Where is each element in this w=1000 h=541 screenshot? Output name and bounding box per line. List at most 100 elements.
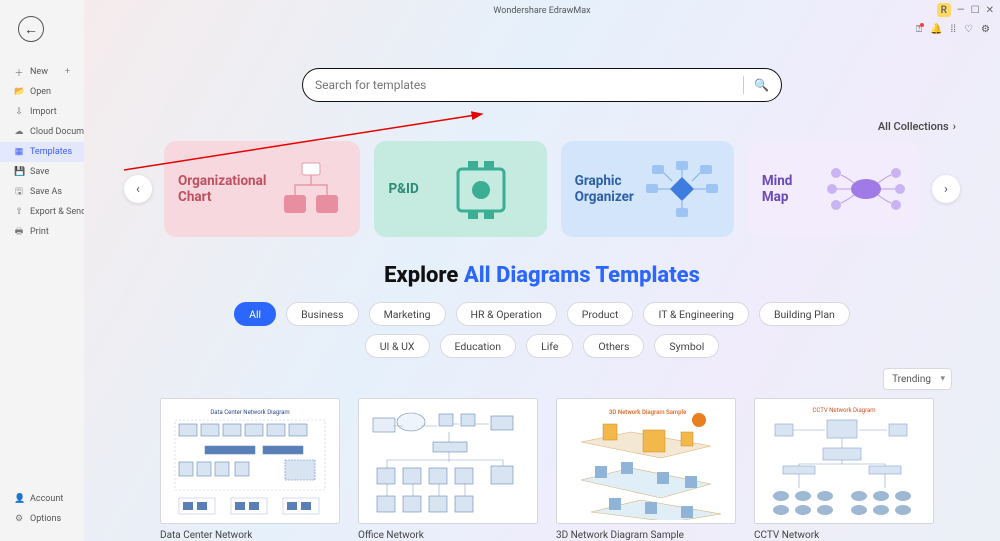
mindmap-icon xyxy=(826,159,906,219)
category-carousel: ‹ Organizational Chart P&ID Graphic Orga… xyxy=(84,141,1000,237)
carousel-prev-button[interactable]: ‹ xyxy=(124,175,152,203)
template-label: 3D Network Diagram Sample xyxy=(556,530,736,541)
filter-symbol[interactable]: Symbol xyxy=(654,334,719,358)
save-icon: 💾 xyxy=(14,167,24,177)
user-icon: 👤 xyxy=(14,494,24,504)
filter-uiux[interactable]: UI & UX xyxy=(365,334,430,358)
gear-icon: ⚙ xyxy=(14,514,24,524)
sidebar-item-cloud[interactable]: ☁ Cloud Documents xyxy=(0,122,84,142)
template-item: 3D Network Diagram Sample xyxy=(556,398,736,541)
template-grid: Data Center Network Diagram Data Cente xyxy=(84,394,1000,541)
card-title: P&ID xyxy=(388,181,418,197)
category-card-pid[interactable]: P&ID xyxy=(374,141,546,237)
plus-icon: ＋ xyxy=(14,66,24,79)
sidebar-item-label: Options xyxy=(30,514,61,524)
import-icon: ⇩ xyxy=(14,107,24,117)
filter-it[interactable]: IT & Engineering xyxy=(643,302,748,326)
all-collections-label: All Collections xyxy=(878,120,949,133)
search-input[interactable] xyxy=(315,78,733,92)
filter-pills: All Business Marketing HR & Operation Pr… xyxy=(84,302,1000,358)
filter-life[interactable]: Life xyxy=(526,334,573,358)
sidebar-item-print[interactable]: 🖶Print xyxy=(0,222,84,242)
filter-marketing[interactable]: Marketing xyxy=(369,302,446,326)
sidebar-item-new[interactable]: ＋ New + xyxy=(0,62,84,82)
minimize-button[interactable]: — xyxy=(957,5,965,16)
template-label: CCTV Network xyxy=(754,530,934,541)
template-thumb-office[interactable] xyxy=(358,398,538,524)
filter-hr[interactable]: HR & Operation xyxy=(456,302,557,326)
sidebar-item-label: Export & Send xyxy=(30,207,84,217)
svg-text:3D Network Diagram Sample: 3D Network Diagram Sample xyxy=(609,409,687,416)
template-item: Office Network xyxy=(358,398,538,541)
filter-product[interactable]: Product xyxy=(567,302,634,326)
sidebar-bottom: 👤 Account ⚙ Options xyxy=(0,489,84,541)
sidebar-item-label: Save As xyxy=(30,187,62,197)
folder-icon: 📂 xyxy=(14,87,24,97)
saveas-icon: 🖫 xyxy=(14,184,24,200)
explore-prefix: Explore xyxy=(384,263,464,288)
sidebar-item-import[interactable]: ⇩ Import xyxy=(0,102,84,122)
sidebar-item-export[interactable]: ⇧ Export & Send xyxy=(0,202,84,222)
template-thumb-datacenter[interactable]: Data Center Network Diagram xyxy=(160,398,340,524)
maximize-button[interactable]: ☐ xyxy=(971,5,980,16)
cloud-icon: ☁ xyxy=(14,127,24,137)
sidebar-item-label: Account xyxy=(30,494,63,504)
category-card-orgchart[interactable]: Organizational Chart xyxy=(164,141,360,237)
search-box[interactable]: 🔍 xyxy=(302,68,782,102)
chevron-right-icon: › xyxy=(953,120,956,133)
user-badge[interactable]: R xyxy=(937,3,951,17)
organizer-icon xyxy=(644,159,720,219)
filter-all[interactable]: All xyxy=(234,302,276,326)
sidebar-item-templates[interactable]: ▦ Templates xyxy=(0,142,84,162)
sidebar-item-label: Save xyxy=(30,167,49,177)
filter-business[interactable]: Business xyxy=(286,302,359,326)
sort-select[interactable]: Trending xyxy=(883,368,952,390)
filter-education[interactable]: Education xyxy=(440,334,517,358)
content-area: 🔍 All Collections › ‹ Organizational Cha… xyxy=(84,22,1000,541)
template-label: Data Center Network xyxy=(160,530,340,541)
sidebar-item-account[interactable]: 👤 Account xyxy=(0,489,84,509)
sidebar-item-saveas[interactable]: 🖫 Save As xyxy=(0,182,84,202)
template-thumb-cctv[interactable]: CCTV Network Diagram xyxy=(754,398,934,524)
sidebar-item-label: Print xyxy=(30,227,49,237)
window-controls: R — ☐ ✕ xyxy=(937,3,994,17)
filter-building[interactable]: Building Plan xyxy=(759,302,850,326)
template-item: CCTV Network Diagram xyxy=(754,398,934,541)
sidebar-item-label: New xyxy=(30,67,48,77)
template-thumb-3d[interactable]: 3D Network Diagram Sample xyxy=(556,398,736,524)
titlebar: Wondershare EdrawMax R — ☐ ✕ xyxy=(84,0,1000,22)
orgchart-icon xyxy=(276,159,346,219)
card-title: Organizational Chart xyxy=(178,173,266,205)
carousel-next-button[interactable]: › xyxy=(932,175,960,203)
filter-others[interactable]: Others xyxy=(583,334,644,358)
export-icon: ⇧ xyxy=(14,207,24,217)
close-button[interactable]: ✕ xyxy=(986,5,994,16)
templates-icon: ▦ xyxy=(14,147,24,157)
sidebar-item-label: Import xyxy=(30,107,57,117)
explore-highlight: All Diagrams Templates xyxy=(464,263,700,288)
pid-icon xyxy=(429,159,533,219)
sidebar-item-label: Templates xyxy=(30,147,72,157)
card-title: Mind Map xyxy=(762,173,816,205)
sidebar-item-label: Cloud Documents xyxy=(30,127,84,137)
category-card-mindmap[interactable]: Mind Map xyxy=(748,141,920,237)
main-pane: Wondershare EdrawMax R — ☐ ✕ ⍰ 🔔 ⁞⁞ ♡ ⚙ xyxy=(84,0,1000,541)
divider xyxy=(743,76,744,94)
sidebar-item-open[interactable]: 📂 Open xyxy=(0,82,84,102)
search-icon[interactable]: 🔍 xyxy=(754,78,769,92)
template-item: Data Center Network Diagram Data Cente xyxy=(160,398,340,541)
card-title: Graphic Organizer xyxy=(575,173,634,205)
sidebar: ← ＋ New + 📂 Open ⇩ Import ☁ Cloud Documents ▦… xyxy=(0,0,84,541)
add-icon[interactable]: + xyxy=(65,67,70,77)
svg-text:CCTV Network Diagram: CCTV Network Diagram xyxy=(812,407,875,414)
template-label: Office Network xyxy=(358,530,538,541)
svg-text:Data Center Network Diagram: Data Center Network Diagram xyxy=(210,409,289,416)
sort-value: Trending xyxy=(892,374,931,385)
sidebar-item-options[interactable]: ⚙ Options xyxy=(0,509,84,529)
back-button[interactable]: ← xyxy=(18,16,44,42)
all-collections-link[interactable]: All Collections › xyxy=(84,102,1000,141)
sidebar-item-label: Open xyxy=(30,87,51,97)
category-card-graphic-organizer[interactable]: Graphic Organizer xyxy=(561,141,734,237)
app-title: Wondershare EdrawMax xyxy=(493,6,590,16)
sidebar-item-save[interactable]: 💾 Save xyxy=(0,162,84,182)
